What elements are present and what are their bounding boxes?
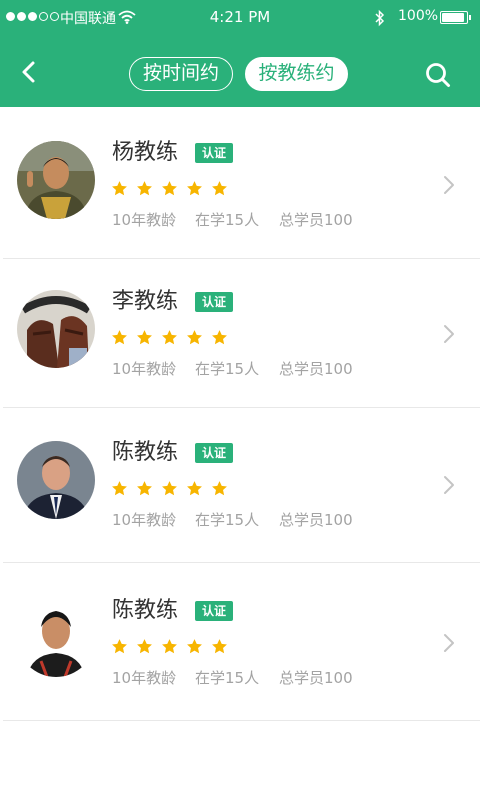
certified-badge: 认证	[195, 443, 233, 463]
star-icon	[162, 330, 177, 345]
status-bar: 中国联通 4:21 PM 100%	[0, 0, 480, 36]
total-students: 总学员100	[279, 360, 353, 378]
certified-badge: 认证	[195, 143, 233, 163]
coach-list-item[interactable]: 陈教练 认证 10年教龄 在学15人 总学员100	[0, 408, 480, 563]
total-students: 总学员100	[279, 211, 353, 229]
experience-years: 10年教龄	[112, 211, 177, 229]
experience-years: 10年教龄	[112, 360, 177, 378]
divider	[3, 720, 480, 721]
battery-icon	[440, 11, 468, 24]
star-icon	[112, 330, 127, 345]
coach-list-item[interactable]: 李教练 认证 10年教龄 在学15人 总学员100	[0, 259, 480, 411]
star-icon	[212, 330, 227, 345]
avatar	[17, 599, 95, 677]
coach-list-item[interactable]: 陈教练 认证 10年教龄 在学15人 总学员100	[0, 563, 480, 721]
rating-stars	[111, 329, 228, 346]
chevron-right-icon	[444, 176, 454, 194]
current-students: 在学15人	[195, 211, 260, 229]
avatar	[17, 141, 95, 219]
battery-cap	[469, 15, 471, 20]
star-icon	[137, 181, 152, 196]
star-icon	[162, 481, 177, 496]
star-icon	[212, 481, 227, 496]
star-icon	[137, 330, 152, 345]
star-icon	[187, 181, 202, 196]
star-icon	[212, 181, 227, 196]
battery-percentage: 100%	[398, 8, 439, 24]
chevron-right-icon	[444, 325, 454, 343]
current-students: 在学15人	[195, 511, 260, 529]
star-icon	[187, 481, 202, 496]
coach-name: 陈教练	[112, 598, 179, 623]
coach-name: 李教练	[112, 289, 179, 314]
chevron-right-icon	[444, 476, 454, 494]
star-icon	[112, 639, 127, 654]
avatar	[17, 441, 95, 519]
star-icon	[187, 330, 202, 345]
total-students: 总学员100	[279, 511, 353, 529]
star-icon	[162, 181, 177, 196]
search-icon[interactable]	[424, 61, 452, 89]
avatar	[17, 290, 95, 368]
star-icon	[137, 639, 152, 654]
coach-name: 杨教练	[112, 140, 179, 165]
certified-badge: 认证	[195, 601, 233, 621]
tab-by-time[interactable]: 按时间约	[129, 57, 233, 91]
battery-level-fill	[442, 13, 464, 22]
app-screen: 中国联通 4:21 PM 100% 按时间约 按教练约 杨教练 认证 10年教龄…	[0, 0, 480, 800]
star-icon	[187, 639, 202, 654]
star-icon	[112, 481, 127, 496]
bluetooth-icon	[375, 9, 385, 27]
certified-badge: 认证	[195, 292, 233, 312]
star-icon	[112, 181, 127, 196]
total-students: 总学员100	[279, 669, 353, 687]
experience-years: 10年教龄	[112, 511, 177, 529]
star-icon	[137, 481, 152, 496]
coach-name: 陈教练	[112, 440, 179, 465]
navigation-bar: 按时间约 按教练约	[0, 36, 480, 107]
experience-years: 10年教龄	[112, 669, 177, 687]
tab-by-coach[interactable]: 按教练约	[245, 57, 348, 91]
star-icon	[212, 639, 227, 654]
rating-stars	[111, 180, 228, 197]
chevron-left-icon[interactable]	[14, 59, 44, 85]
chevron-right-icon	[444, 634, 454, 652]
current-students: 在学15人	[195, 669, 260, 687]
current-students: 在学15人	[195, 360, 260, 378]
coach-list-item[interactable]: 杨教练 认证 10年教龄 在学15人 总学员100	[0, 107, 480, 259]
rating-stars	[111, 638, 228, 655]
star-icon	[162, 639, 177, 654]
rating-stars	[111, 480, 228, 497]
